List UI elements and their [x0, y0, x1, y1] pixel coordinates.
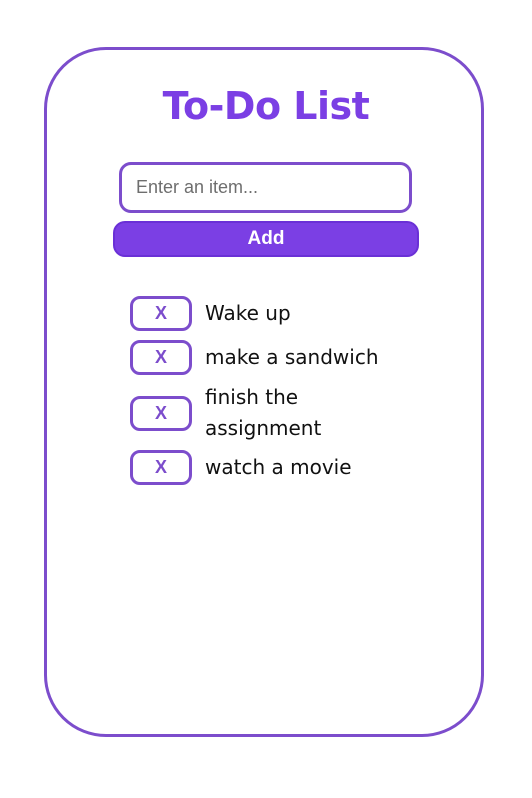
remove-item-button[interactable]: X	[130, 296, 192, 331]
item-input-container	[119, 162, 412, 213]
add-button[interactable]: Add	[113, 221, 419, 257]
todo-item: X Wake up	[130, 296, 390, 331]
todo-item-text: Wake up	[205, 301, 291, 325]
todo-item: X finish the assignment	[130, 382, 390, 444]
todo-item: X make a sandwich	[130, 340, 390, 375]
page-title: To-Do List	[162, 84, 370, 128]
todo-item: X watch a movie	[130, 450, 390, 485]
todo-item-text: finish the assignment	[205, 385, 322, 440]
todo-item-text: watch a movie	[205, 455, 352, 479]
todo-item-text: make a sandwich	[205, 345, 379, 369]
remove-item-button[interactable]: X	[130, 340, 192, 375]
item-input[interactable]	[122, 165, 409, 210]
remove-item-button[interactable]: X	[130, 395, 192, 431]
remove-item-button[interactable]: X	[130, 450, 192, 485]
